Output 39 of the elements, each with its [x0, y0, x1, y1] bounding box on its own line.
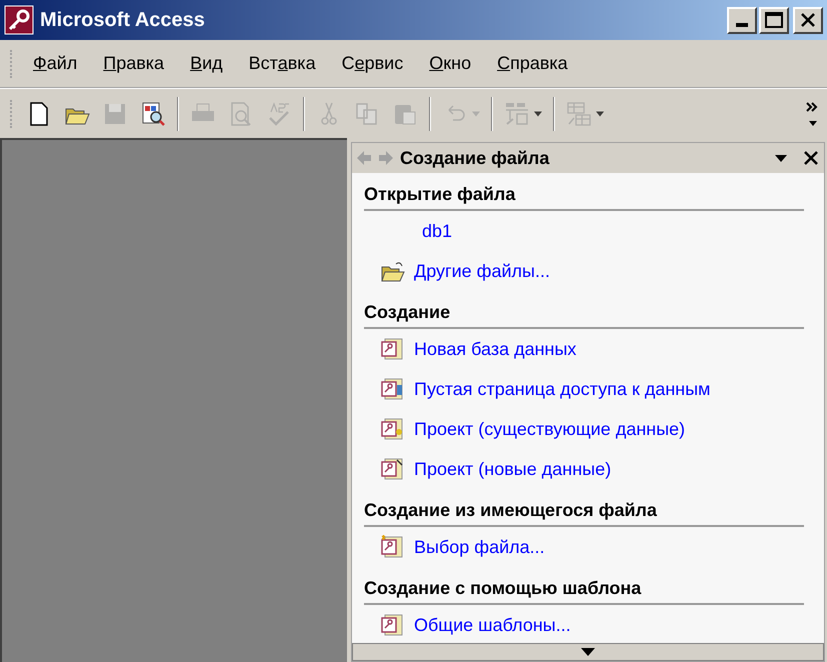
forward-arrow-icon[interactable] [378, 150, 394, 166]
file-link[interactable]: db1 [422, 218, 452, 244]
caret-icon [533, 110, 543, 116]
analyze-table-icon [565, 100, 593, 128]
close-button[interactable] [793, 6, 823, 34]
window-title: Microsoft Access [40, 8, 206, 33]
toolbar-grip[interactable] [10, 50, 14, 78]
file-link[interactable]: Проект (существующие данные) [414, 416, 686, 442]
menu-item[interactable]: Файл [20, 48, 90, 79]
minimize-icon [736, 22, 748, 26]
menu-item[interactable]: Вид [177, 48, 236, 79]
scroll-down-button[interactable] [352, 643, 824, 661]
close-icon [800, 13, 816, 27]
caret-icon [595, 110, 605, 116]
file-link[interactable]: Другие файлы... [414, 258, 550, 284]
file-link[interactable]: Общие шаблоны... [414, 612, 571, 638]
menu-item[interactable]: Вставка [236, 48, 329, 79]
file-link[interactable]: Новая база данных [414, 336, 576, 362]
menu-item[interactable]: Сервис [328, 48, 416, 79]
maximize-button[interactable] [759, 6, 789, 34]
maximize-icon [765, 12, 783, 28]
toolbar-grip[interactable] [10, 100, 14, 128]
menu-item[interactable]: Справка [484, 48, 581, 79]
key-app-icon [4, 5, 34, 35]
section-heading: Создание [364, 299, 804, 329]
section-heading: Создание из имеющегося файла [364, 497, 804, 527]
minimize-button[interactable] [727, 6, 757, 34]
menu-item[interactable]: Правка [90, 48, 178, 79]
close-icon[interactable] [802, 149, 820, 167]
section-heading: Создание с помощью шаблона [364, 575, 804, 605]
file-link[interactable]: Выбор файла... [414, 534, 545, 560]
task-pane-title: Создание файла [400, 146, 550, 170]
down-arrow-icon [581, 648, 595, 656]
file-link[interactable]: Проект (новые данные) [414, 456, 612, 482]
file-link[interactable]: Пустая страница доступа к данным [414, 376, 710, 402]
section-heading: Открытие файла [364, 181, 804, 211]
caret-icon [471, 110, 481, 116]
menu-item[interactable]: Окно [416, 48, 484, 79]
back-arrow-icon[interactable] [356, 150, 372, 166]
